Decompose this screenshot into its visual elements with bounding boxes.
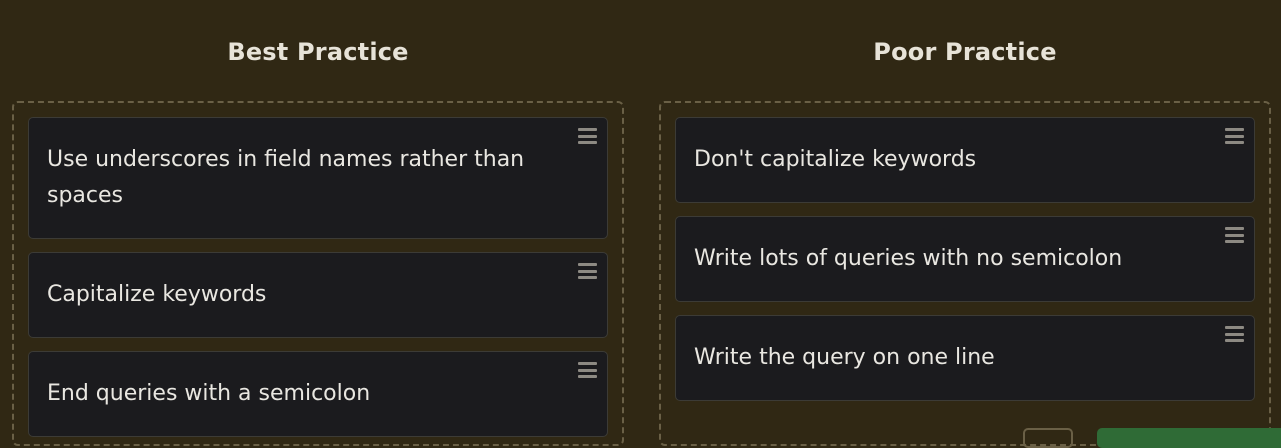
poor-practice-dropzone[interactable]: Don't capitalize keywords Write lots of …	[659, 101, 1271, 446]
drag-handle-icon[interactable]	[578, 263, 597, 279]
draggable-card[interactable]: Capitalize keywords	[28, 252, 608, 338]
drag-handle-icon[interactable]	[1225, 326, 1244, 342]
draggable-card[interactable]: End queries with a semicolon	[28, 351, 608, 437]
card-text: Use underscores in field names rather th…	[47, 147, 525, 208]
card-text: Don't capitalize keywords	[694, 147, 977, 172]
card-text: Write lots of queries with no semicolon	[694, 246, 1123, 271]
primary-action-button[interactable]	[1097, 428, 1281, 448]
drag-handle-icon[interactable]	[1225, 227, 1244, 243]
best-practice-dropzone[interactable]: Use underscores in field names rather th…	[12, 101, 624, 446]
card-text: Capitalize keywords	[47, 282, 267, 307]
draggable-card[interactable]: Don't capitalize keywords	[675, 117, 1255, 203]
drag-handle-icon[interactable]	[578, 128, 597, 144]
draggable-card[interactable]: Write lots of queries with no semicolon	[675, 216, 1255, 302]
draggable-card[interactable]: Write the query on one line	[675, 315, 1255, 401]
drag-handle-icon[interactable]	[1225, 128, 1244, 144]
poor-practice-title: Poor Practice	[873, 38, 1057, 66]
drag-handle-icon[interactable]	[578, 362, 597, 378]
best-practice-title: Best Practice	[227, 38, 409, 66]
draggable-card[interactable]: Use underscores in field names rather th…	[28, 117, 608, 239]
card-text: Write the query on one line	[694, 345, 995, 370]
card-text: End queries with a semicolon	[47, 381, 371, 406]
secondary-button[interactable]	[1023, 428, 1073, 448]
